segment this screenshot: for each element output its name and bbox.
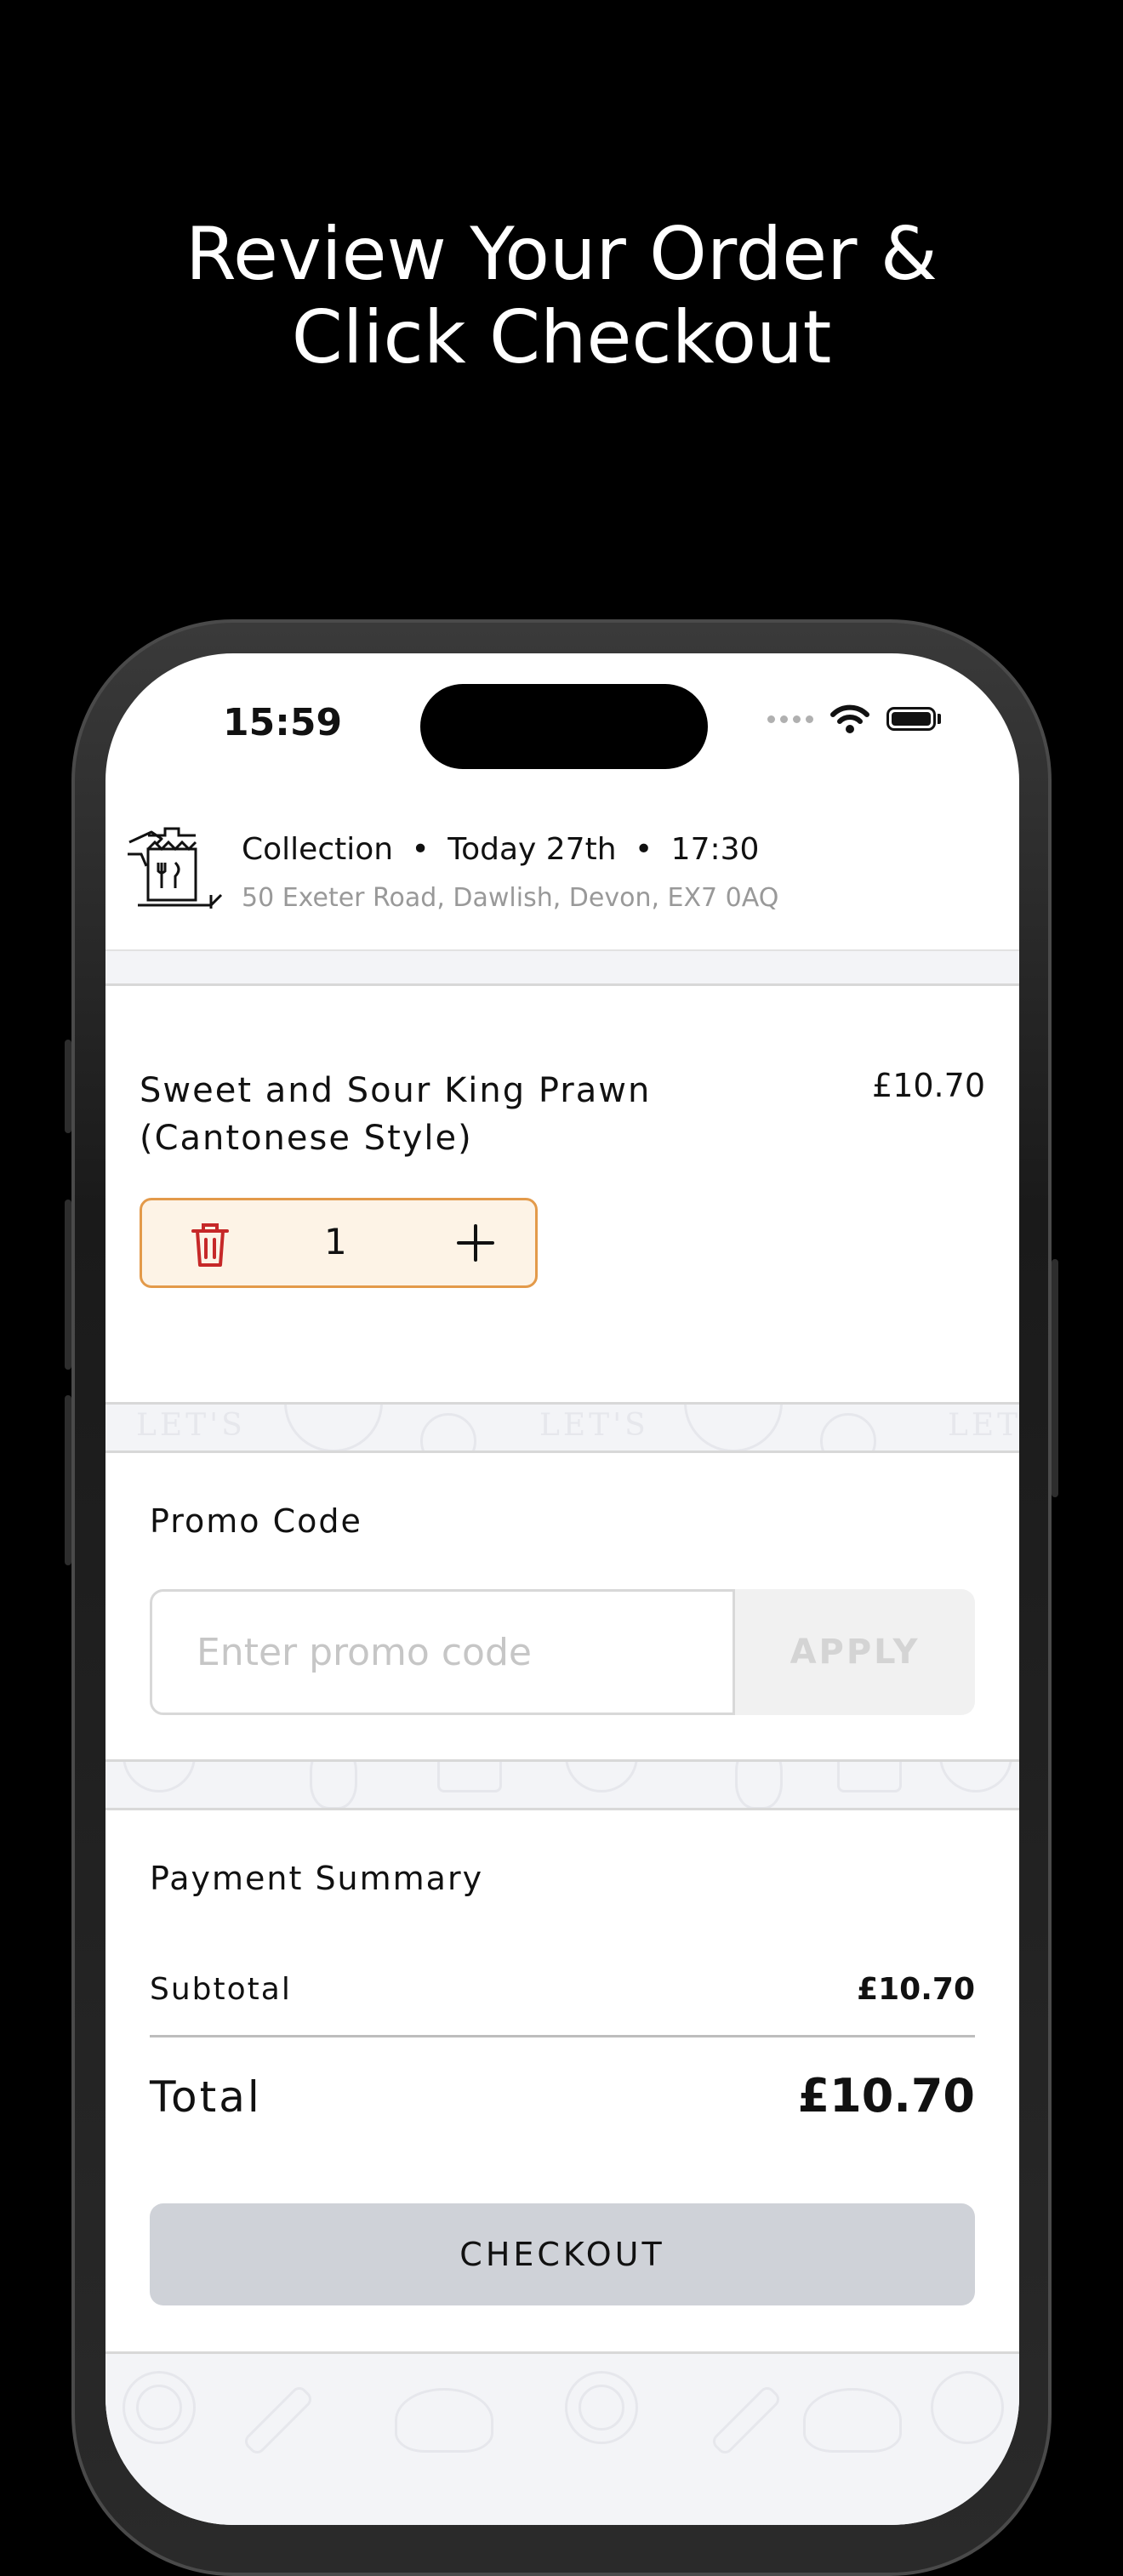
apply-button[interactable]: APPLY [735, 1589, 975, 1715]
quantity-stepper: 1 [140, 1198, 538, 1288]
phone-action-button [65, 1040, 71, 1133]
dynamic-island [420, 684, 708, 769]
headline-line-2: Click Checkout [291, 295, 832, 380]
plus-icon[interactable] [452, 1219, 499, 1267]
decorative-band [105, 1762, 1019, 1808]
quantity-value: 1 [324, 1221, 347, 1262]
app-screen: 15:59 Collection • Today 27th • 17:30 50… [105, 653, 1019, 2525]
takeaway-bag-icon [128, 827, 223, 909]
band-text: LET'S [539, 1408, 649, 1443]
order-header[interactable]: Collection • Today 27th • 17:30 50 Exete… [105, 824, 1019, 951]
signal-dots-icon [767, 715, 813, 723]
order-day: Today 27th [447, 832, 617, 867]
phone-volume-up [65, 1200, 71, 1370]
separator-dot: • [411, 832, 430, 867]
divider [105, 1808, 1019, 1810]
item-price: £10.70 [872, 1067, 985, 1104]
divider [105, 1450, 1019, 1453]
item-name: Sweet and Sour King Prawn (Cantonese Sty… [140, 1071, 652, 1158]
summary-divider [150, 2035, 975, 2037]
order-mode: Collection [242, 832, 394, 867]
section-gap [105, 951, 1019, 983]
wifi-icon [830, 704, 869, 733]
phone-volume-down [65, 1395, 71, 1565]
trash-icon[interactable] [190, 1221, 231, 1268]
checkout-button[interactable]: CHECKOUT [150, 2203, 975, 2305]
status-time: 15:59 [223, 701, 343, 744]
separator-dot: • [634, 832, 653, 867]
marketing-headline: Review Your Order & Click Checkout [0, 213, 1123, 379]
divider [105, 983, 1019, 986]
decorative-band: LET'S LET'S LET'S [105, 1405, 1019, 1450]
promo-code-title: Promo Code [150, 1502, 362, 1540]
band-text: LET'S [136, 1408, 246, 1443]
subtotal-value: £10.70 [857, 1972, 975, 2007]
status-icons [767, 704, 941, 733]
promo-code-input[interactable] [150, 1589, 735, 1715]
total-value: £10.70 [797, 2069, 975, 2123]
battery-icon [886, 707, 941, 731]
collection-address: 50 Exeter Road, Dawlish, Devon, EX7 0AQ [242, 883, 779, 913]
order-time: 17:30 [670, 832, 760, 867]
payment-summary-title: Payment Summary [150, 1860, 484, 1897]
subtotal-label: Subtotal [150, 1972, 292, 2007]
total-label: Total [150, 2072, 262, 2122]
phone-power-button [1052, 1259, 1058, 1497]
band-text: LET'S [948, 1408, 1019, 1443]
collection-summary: Collection • Today 27th • 17:30 [242, 832, 759, 867]
headline-line-1: Review Your Order & [185, 212, 938, 297]
